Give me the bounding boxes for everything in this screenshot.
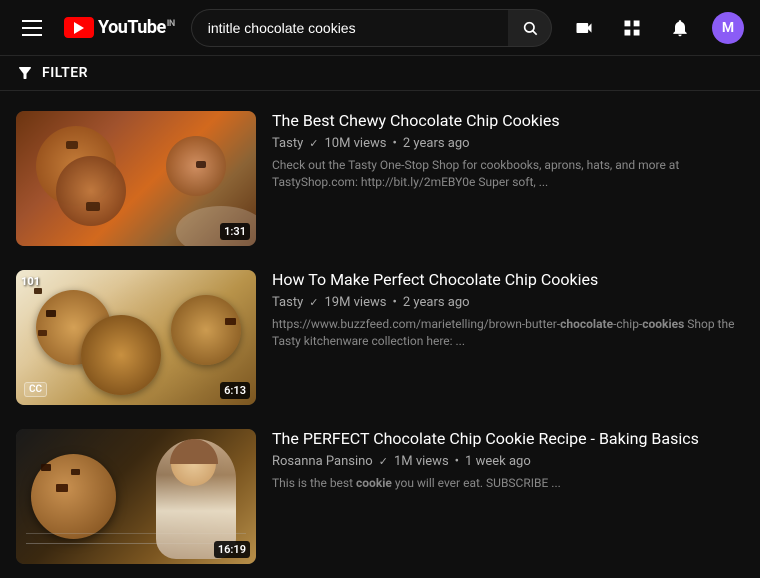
- video-item[interactable]: 16:19 The PERFECT Chocolate Chip Cookie …: [0, 417, 760, 569]
- thumbnail-3: 16:19: [16, 429, 256, 564]
- filter-bar: FILTER: [0, 56, 760, 91]
- video-title-1: The Best Chewy Chocolate Chip Cookies: [272, 111, 744, 132]
- video-item[interactable]: 1:31 The Best Chewy Chocolate Chip Cooki…: [0, 99, 760, 258]
- filter-icon: [16, 64, 34, 82]
- header-left: YouTubeIN: [16, 12, 175, 44]
- view-count-3: 1M views: [394, 454, 449, 469]
- avatar[interactable]: M: [712, 12, 744, 44]
- thumbnail-2: 101 6:13 CC: [16, 270, 256, 405]
- grid-button[interactable]: [616, 12, 648, 44]
- header-right: M: [568, 12, 744, 44]
- search-input[interactable]: [191, 9, 508, 47]
- video-item[interactable]: 101 6:13 CC How To Make Perfect Chocolat…: [0, 258, 760, 417]
- video-age-2: 2 years ago: [403, 295, 470, 310]
- verified-icon-3: ✓: [379, 455, 388, 468]
- youtube-play-icon: [74, 22, 84, 34]
- video-duration-3: 16:19: [214, 541, 250, 558]
- youtube-icon-bg: [64, 17, 94, 38]
- notifications-button[interactable]: [664, 12, 696, 44]
- header: YouTubeIN M: [0, 0, 760, 56]
- filter-label: FILTER: [42, 65, 88, 81]
- verified-icon-1: ✓: [309, 137, 318, 150]
- video-info-3: The PERFECT Chocolate Chip Cookie Recipe…: [272, 429, 744, 564]
- channel-name-2: Tasty: [272, 295, 303, 310]
- youtube-logo[interactable]: YouTubeIN: [64, 17, 175, 38]
- hamburger-icon: [18, 16, 46, 40]
- video-desc-2: https://www.buzzfeed.com/marietelling/br…: [272, 316, 744, 350]
- bell-icon: [670, 18, 690, 38]
- cc-badge-2: CC: [24, 382, 47, 397]
- search-icon: [522, 20, 538, 36]
- hamburger-button[interactable]: [16, 12, 48, 44]
- separator-3: •: [455, 454, 459, 469]
- video-camera-icon: [574, 18, 594, 38]
- results-container: 1:31 The Best Chewy Chocolate Chip Cooki…: [0, 91, 760, 569]
- video-title-3: The PERFECT Chocolate Chip Cookie Recipe…: [272, 429, 744, 450]
- video-meta-3: Rosanna Pansino ✓ 1M views • 1 week ago: [272, 454, 744, 469]
- create-button[interactable]: [568, 12, 600, 44]
- channel-name-1: Tasty: [272, 136, 303, 151]
- view-count-1: 10M views: [324, 136, 386, 151]
- video-info-1: The Best Chewy Chocolate Chip Cookies Ta…: [272, 111, 744, 246]
- verified-icon-2: ✓: [309, 296, 318, 309]
- separator-1: •: [392, 136, 396, 151]
- thumbnail-1: 1:31: [16, 111, 256, 246]
- video-duration-1: 1:31: [220, 223, 250, 240]
- video-duration-2: 6:13: [220, 382, 250, 399]
- channel-name-3: Rosanna Pansino: [272, 454, 373, 469]
- view-count-2: 19M views: [324, 295, 386, 310]
- video-info-2: How To Make Perfect Chocolate Chip Cooki…: [272, 270, 744, 405]
- search-bar: [191, 9, 552, 47]
- grid-icon: [622, 18, 642, 38]
- video-desc-3: This is the best cookie you will ever ea…: [272, 475, 744, 492]
- search-button[interactable]: [508, 9, 552, 47]
- video-meta-1: Tasty ✓ 10M views • 2 years ago: [272, 136, 744, 151]
- video-title-2: How To Make Perfect Chocolate Chip Cooki…: [272, 270, 744, 291]
- separator-2: •: [392, 295, 396, 310]
- youtube-country: IN: [167, 19, 175, 29]
- video-age-3: 1 week ago: [465, 454, 531, 469]
- youtube-wordmark: YouTubeIN: [98, 17, 175, 38]
- video-meta-2: Tasty ✓ 19M views • 2 years ago: [272, 295, 744, 310]
- video-desc-1: Check out the Tasty One-Stop Shop for co…: [272, 157, 744, 191]
- video-age-1: 2 years ago: [403, 136, 470, 151]
